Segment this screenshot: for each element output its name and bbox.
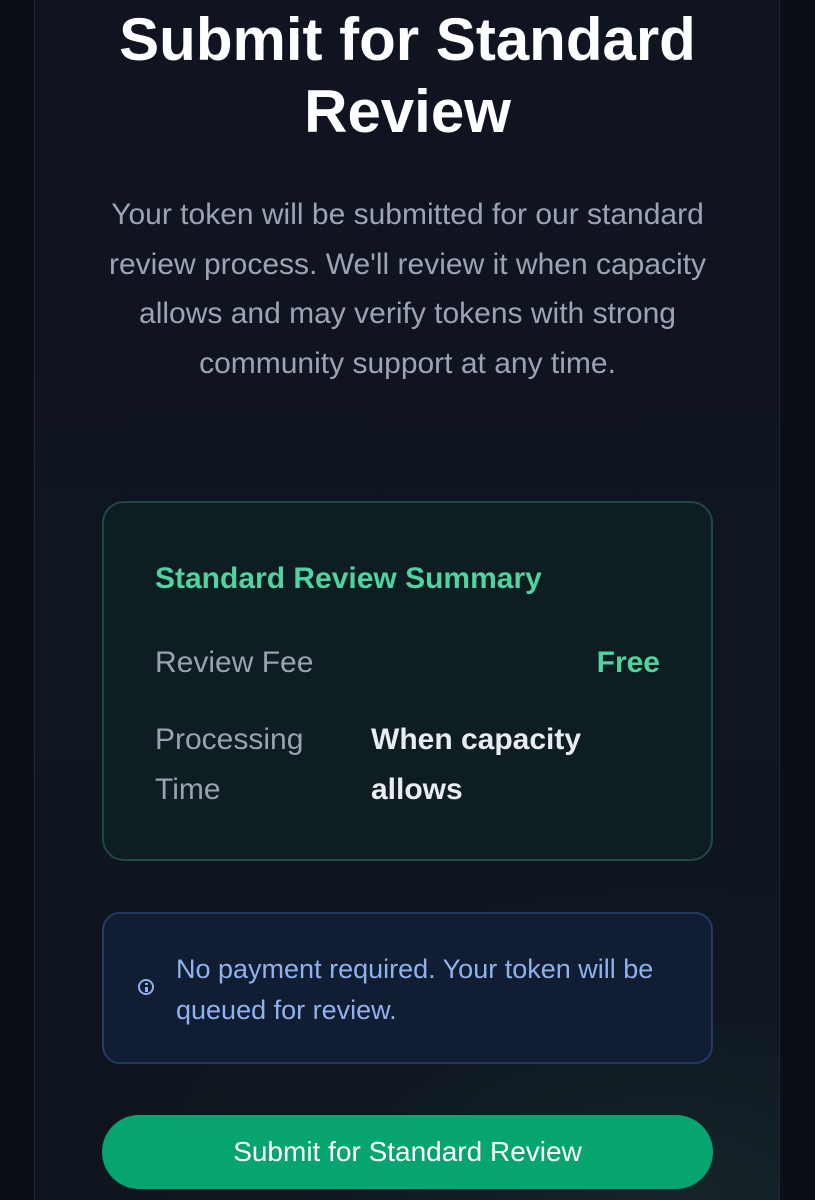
summary-card: Standard Review Summary Review Fee Free …	[102, 501, 713, 861]
summary-title: Standard Review Summary	[155, 562, 542, 595]
page-title: Submit for Standard Review	[119, 6, 696, 145]
page-description: Your token will be submitted for our sta…	[108, 198, 707, 380]
payment-notice: No payment required. Your token will be …	[102, 912, 713, 1064]
submit-standard-review-button[interactable]: Submit for Standard Review	[102, 1115, 713, 1189]
review-fee-value: Free	[596, 646, 660, 679]
info-icon	[138, 979, 154, 995]
processing-time-label: Processing Time	[155, 723, 304, 806]
page: Submit for Standard Review Your token wi…	[0, 0, 815, 1200]
payment-notice-text: No payment required. Your token will be …	[176, 954, 654, 1025]
review-fee-label: Review Fee	[155, 646, 314, 679]
processing-time-value: When capacity allows	[371, 723, 582, 806]
